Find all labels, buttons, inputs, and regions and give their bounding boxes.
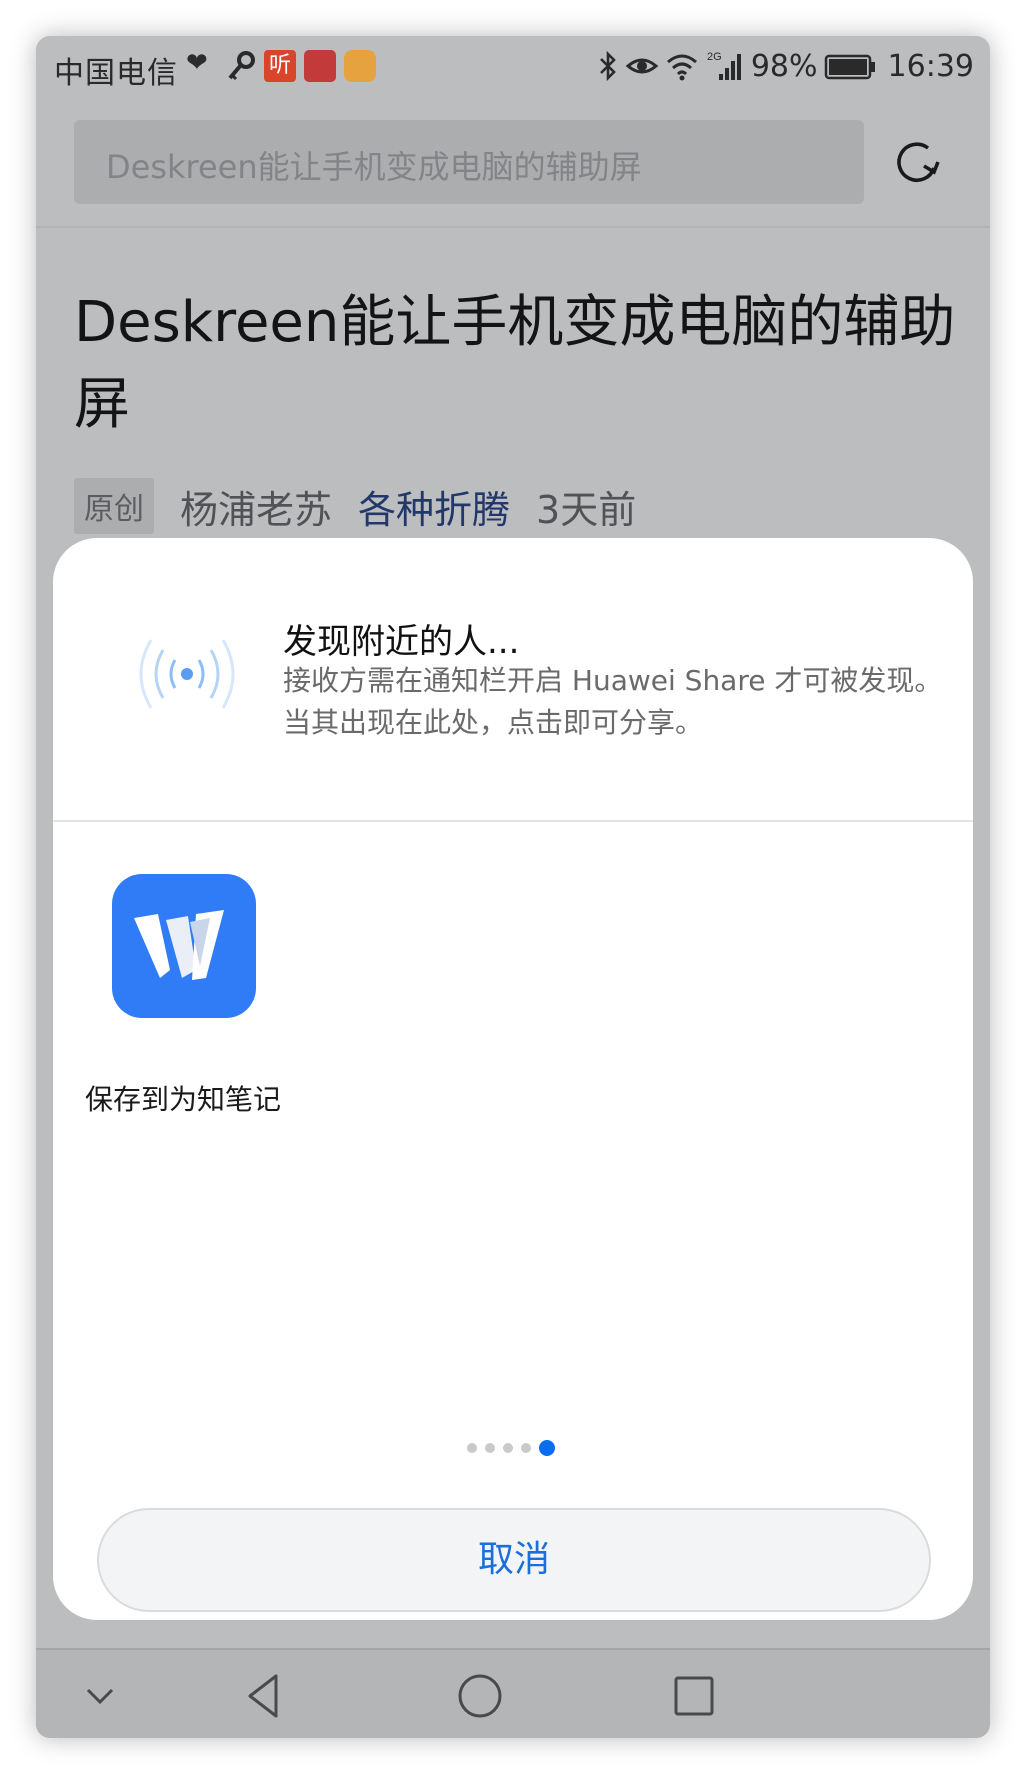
page-dot: [503, 1443, 513, 1453]
recents-icon[interactable]: [666, 1668, 722, 1724]
original-badge: 原创: [74, 478, 154, 534]
status-bar: 中国电信 ❤ 听 2G 98% 16:39: [36, 36, 990, 98]
refresh-icon[interactable]: [888, 136, 944, 192]
bluetooth-icon: [599, 50, 616, 82]
clock: 16:39: [887, 48, 974, 84]
key-icon: [228, 51, 255, 81]
author-name[interactable]: 杨浦老苏: [180, 479, 332, 534]
share-sheet: 发现附近的人... 接收方需在通知栏开启 Huawei Share 才可被发现。…: [53, 538, 973, 1620]
article-meta: 原创 杨浦老苏 各种折腾 3天前: [74, 478, 636, 534]
collapse-icon[interactable]: [72, 1668, 128, 1724]
ting-app-icon: 听: [264, 50, 296, 82]
search-input[interactable]: Deskreen能让手机变成电脑的辅助屏: [74, 120, 864, 204]
share-target-label: 保存到为知笔记: [84, 1083, 281, 1116]
app-icon: [304, 50, 336, 82]
nearby-description: 接收方需在通知栏开启 Huawei Share 才可被发现。当其出现在此处，点击…: [283, 664, 943, 739]
publish-time: 3天前: [536, 487, 637, 532]
network-type: 2G: [707, 51, 722, 63]
page-dot: [485, 1443, 495, 1453]
page-dot-active: [539, 1440, 555, 1456]
header-divider: [36, 226, 990, 228]
navigation-bar: [36, 1650, 990, 1738]
sheet-divider: [53, 820, 973, 822]
phone-screen: 中国电信 ❤ 听 2G 98% 16:39 Deskreen能让手机变成电脑的辅…: [36, 36, 990, 1738]
back-icon[interactable]: [238, 1668, 294, 1724]
eye-comfort-icon: [625, 58, 659, 74]
wiz-note-icon: [112, 874, 256, 1018]
page-dot: [521, 1443, 531, 1453]
page-indicator: [467, 1438, 555, 1458]
nearby-broadcast-icon: [139, 639, 235, 709]
search-text: Deskreen能让手机变成电脑的辅助屏: [106, 148, 642, 186]
carrier-name: 中国电信: [54, 56, 178, 91]
heart-icon: ❤: [186, 48, 208, 78]
page-dot: [467, 1443, 477, 1453]
nearby-title: 发现附近的人...: [283, 622, 520, 662]
battery-percent: 98%: [750, 48, 818, 84]
signal-icon: 2G: [707, 51, 741, 80]
home-icon[interactable]: [452, 1668, 508, 1724]
battery-icon: [824, 54, 875, 80]
wifi-icon: [666, 54, 697, 81]
article-title: Deskreen能让手机变成电脑的辅助屏: [74, 290, 956, 437]
status-indicators: 2G 98% 16:39: [597, 48, 974, 84]
column-link[interactable]: 各种折腾: [358, 479, 510, 534]
cup-icon: [344, 50, 376, 82]
cancel-button[interactable]: 取消: [97, 1508, 931, 1612]
